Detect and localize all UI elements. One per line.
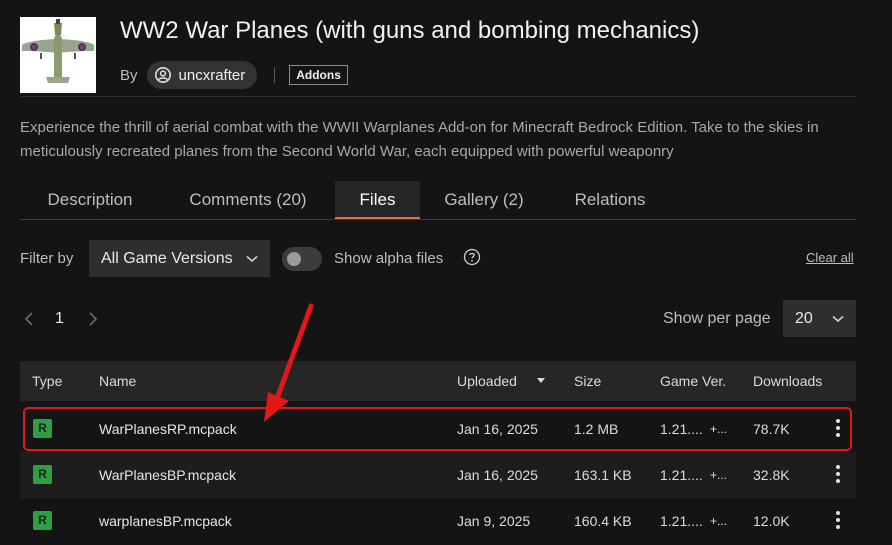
tab-relations[interactable]: Relations bbox=[555, 181, 665, 219]
project-tabs: Description Comments (20) Files Gallery … bbox=[20, 181, 856, 220]
file-uploaded: Jan 16, 2025 bbox=[457, 467, 538, 483]
chevron-down-icon bbox=[832, 315, 844, 322]
toggle-knob bbox=[287, 252, 301, 266]
alpha-files-toggle[interactable] bbox=[282, 247, 322, 271]
more-options-icon[interactable] bbox=[835, 511, 841, 531]
tab-description[interactable]: Description bbox=[20, 181, 160, 219]
files-table-header: Type Name Uploaded Size Game Ver. Downlo… bbox=[20, 361, 856, 401]
more-versions[interactable]: +... bbox=[710, 452, 727, 498]
sort-desc-icon[interactable] bbox=[537, 378, 545, 384]
per-page-value: 20 bbox=[795, 309, 813, 327]
project-thumbnail[interactable] bbox=[20, 17, 96, 93]
chevron-right-icon[interactable] bbox=[86, 309, 100, 329]
help-icon[interactable] bbox=[463, 248, 481, 266]
alpha-files-label: Show alpha files bbox=[334, 250, 444, 267]
column-game-version[interactable]: Game Ver. bbox=[660, 361, 726, 401]
file-game-version: 1.21.... bbox=[660, 513, 703, 529]
chevron-down-icon bbox=[246, 255, 258, 262]
user-icon bbox=[154, 67, 171, 83]
more-options-icon[interactable] bbox=[835, 465, 841, 485]
table-row[interactable]: R warplanesBP.mcpack Jan 9, 2025 160.4 K… bbox=[20, 498, 856, 544]
column-type: Type bbox=[32, 373, 63, 389]
byline: By uncxrafter Addons bbox=[120, 61, 348, 89]
more-versions[interactable]: +... bbox=[710, 498, 727, 544]
column-size[interactable]: Size bbox=[574, 361, 601, 401]
filter-label: Filter by bbox=[20, 250, 74, 267]
column-downloads[interactable]: Downloads bbox=[753, 361, 822, 401]
file-downloads: 12.0K bbox=[753, 513, 790, 529]
tab-comments[interactable]: Comments (20) bbox=[167, 181, 329, 219]
column-name[interactable]: Name bbox=[99, 361, 136, 401]
file-size: 160.4 KB bbox=[574, 513, 632, 529]
page-number[interactable]: 1 bbox=[55, 310, 64, 328]
file-downloads: 32.8K bbox=[753, 467, 790, 483]
tab-files[interactable]: Files bbox=[335, 181, 420, 219]
file-uploaded: Jan 9, 2025 bbox=[457, 513, 531, 529]
clear-all-link[interactable]: Clear all bbox=[806, 250, 854, 265]
plane-image bbox=[20, 17, 96, 93]
file-size: 163.1 KB bbox=[574, 467, 632, 483]
project-title: WW2 War Planes (with guns and bombing me… bbox=[120, 17, 700, 44]
per-page-select[interactable]: 20 bbox=[783, 300, 856, 337]
per-page-label: Show per page bbox=[663, 310, 771, 327]
highlight-box bbox=[23, 407, 852, 451]
tab-gallery[interactable]: Gallery (2) bbox=[428, 181, 540, 219]
release-badge: R bbox=[33, 511, 52, 530]
by-label: By bbox=[120, 66, 138, 84]
column-uploaded[interactable]: Uploaded bbox=[457, 361, 517, 401]
file-game-version: 1.21.... bbox=[660, 467, 703, 483]
game-version-select[interactable]: All Game Versions bbox=[89, 240, 270, 277]
table-row[interactable]: R WarPlanesBP.mcpack Jan 16, 2025 163.1 … bbox=[20, 452, 856, 498]
project-summary: Experience the thrill of aerial combat w… bbox=[20, 119, 819, 160]
category-tag[interactable]: Addons bbox=[289, 65, 348, 85]
author-chip[interactable]: uncxrafter bbox=[146, 61, 258, 89]
chevron-left-icon[interactable] bbox=[22, 309, 36, 329]
author-name: uncxrafter bbox=[178, 66, 246, 84]
game-version-value: All Game Versions bbox=[101, 249, 233, 267]
annotation-arrow bbox=[264, 303, 314, 422]
header-divider bbox=[20, 96, 856, 97]
file-name[interactable]: warplanesBP.mcpack bbox=[99, 498, 232, 544]
release-badge: R bbox=[33, 465, 52, 484]
file-name[interactable]: WarPlanesBP.mcpack bbox=[99, 452, 236, 498]
separator bbox=[274, 67, 276, 83]
